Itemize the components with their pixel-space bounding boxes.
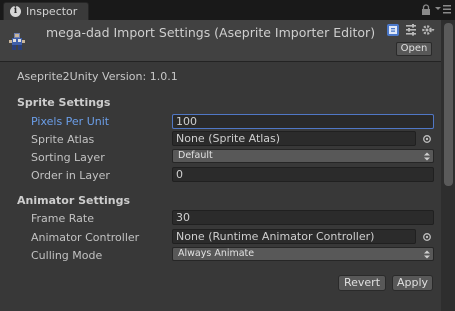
sorting-layer-dropdown[interactable]: Default bbox=[172, 149, 434, 163]
gear-icon[interactable] bbox=[421, 23, 435, 37]
object-picker-icon[interactable] bbox=[422, 134, 432, 144]
sorting-layer-label: Sorting Layer bbox=[31, 151, 105, 164]
tab-inspector[interactable]: i Inspector bbox=[3, 2, 89, 20]
help-icon[interactable] bbox=[386, 23, 400, 37]
animator-controller-label: Animator Controller bbox=[31, 231, 140, 244]
sprite-atlas-label: Sprite Atlas bbox=[31, 133, 95, 146]
scrollbar-thumb[interactable] bbox=[444, 23, 453, 186]
sorting-layer-value: Default bbox=[178, 150, 213, 161]
open-button[interactable]: Open bbox=[396, 42, 432, 56]
vertical-scrollbar[interactable] bbox=[441, 20, 455, 311]
lock-icon[interactable] bbox=[421, 4, 431, 15]
animator-controller-field[interactable]: None (Runtime Animator Controller) bbox=[172, 229, 416, 244]
frame-rate-field[interactable]: 30 bbox=[172, 210, 434, 225]
context-menu-icon[interactable] bbox=[435, 4, 451, 15]
apply-button[interactable]: Apply bbox=[392, 275, 433, 291]
object-picker-icon[interactable] bbox=[422, 232, 432, 242]
presets-icon[interactable] bbox=[404, 23, 418, 37]
info-icon: i bbox=[10, 6, 21, 17]
version-label: Aseprite2Unity Version: 1.0.1 bbox=[17, 70, 178, 83]
pixels-per-unit-field[interactable]: 100 bbox=[172, 114, 434, 129]
dropdown-arrows-icon bbox=[424, 250, 430, 259]
tab-strip: i Inspector bbox=[0, 0, 455, 20]
dropdown-arrows-icon bbox=[424, 152, 430, 161]
page-title: mega-dad Import Settings (Aseprite Impor… bbox=[46, 25, 376, 40]
culling-mode-value: Always Animate bbox=[178, 248, 255, 259]
order-in-layer-field[interactable]: 0 bbox=[172, 167, 434, 182]
sprite-settings-heading: Sprite Settings bbox=[17, 96, 111, 109]
aseprite-asset-icon bbox=[9, 33, 25, 50]
sprite-atlas-field[interactable]: None (Sprite Atlas) bbox=[172, 131, 416, 146]
culling-mode-dropdown[interactable]: Always Animate bbox=[172, 247, 434, 261]
animator-settings-heading: Animator Settings bbox=[17, 194, 130, 207]
order-in-layer-label: Order in Layer bbox=[31, 169, 110, 182]
frame-rate-label: Frame Rate bbox=[31, 212, 94, 225]
tab-label: Inspector bbox=[26, 5, 78, 18]
culling-mode-label: Culling Mode bbox=[31, 249, 103, 262]
pixels-per-unit-label: Pixels Per Unit bbox=[31, 115, 110, 128]
inspector-header: mega-dad Import Settings (Aseprite Impor… bbox=[0, 20, 441, 62]
revert-button[interactable]: Revert bbox=[338, 275, 386, 291]
